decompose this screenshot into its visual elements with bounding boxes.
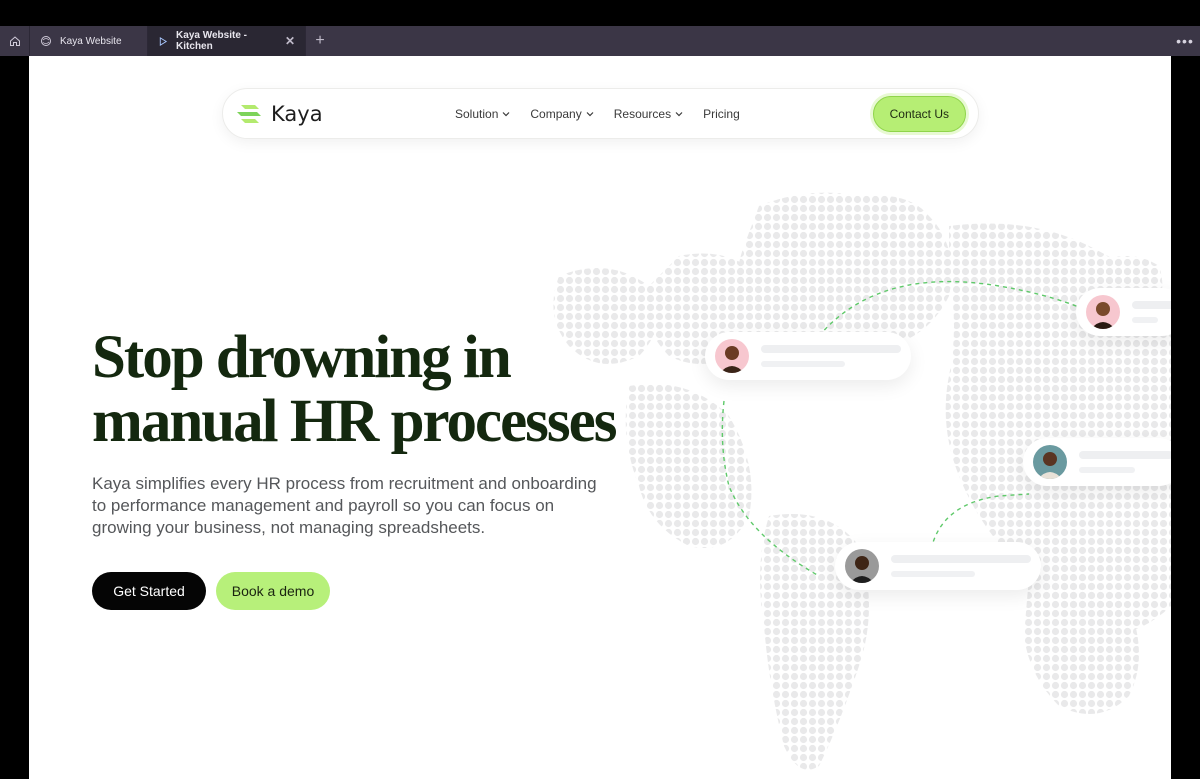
new-tab-button[interactable]: + [306, 26, 334, 56]
hero-title: Stop drowning in manual HR processes [92, 326, 652, 454]
person-avatar-icon [1086, 295, 1120, 329]
logo-wordmark: Kaya [271, 101, 323, 126]
contact-us-button[interactable]: Contact Us [872, 95, 966, 132]
placeholder-lines [761, 345, 901, 367]
more-menu-button[interactable]: ••• [1170, 26, 1200, 56]
menu-item-resources[interactable]: Resources [614, 107, 683, 121]
get-started-button[interactable]: Get Started [92, 572, 206, 610]
plus-icon: + [315, 32, 325, 49]
home-button[interactable] [0, 26, 30, 56]
chevron-down-icon [675, 111, 683, 116]
close-icon[interactable]: ✕ [285, 34, 295, 48]
main-menu: Solution Company Resources Pricing [455, 107, 740, 121]
profile-card [705, 332, 911, 380]
tab-kaya-website[interactable]: Kaya Website [30, 26, 148, 56]
menu-item-pricing[interactable]: Pricing [703, 107, 740, 121]
hero-subtitle: Kaya simplifies every HR process from re… [92, 474, 597, 537]
menu-label: Resources [613, 106, 672, 121]
hero-title-line-1: Stop drowning in [92, 324, 512, 391]
ellipsis-icon: ••• [1176, 33, 1194, 49]
profile-card [1076, 288, 1171, 336]
menu-label: Company [530, 106, 582, 121]
menu-label: Solution [455, 106, 499, 121]
chevron-down-icon [502, 111, 510, 116]
browser-tab-bar: Kaya Website Kaya Website - Kitchen ✕ + … [0, 26, 1200, 56]
person-avatar-icon [715, 339, 749, 373]
avatar [1033, 445, 1067, 479]
kaya-logo[interactable]: Kaya [235, 101, 455, 127]
web-page: Kaya Solution Company Resources Pricing … [29, 56, 1171, 779]
menu-item-solution[interactable]: Solution [455, 107, 510, 121]
avatar [845, 549, 879, 583]
home-icon [9, 36, 20, 46]
person-avatar-icon [845, 549, 879, 583]
placeholder-lines [891, 555, 1031, 577]
site-navbar: Kaya Solution Company Resources Pricing … [222, 88, 979, 139]
placeholder-lines [1132, 301, 1171, 323]
hero-title-line-2: manual HR processes [92, 388, 617, 455]
person-avatar-icon [1033, 445, 1067, 479]
avatar [1086, 295, 1120, 329]
tab-label: Kaya Website - Kitchen [176, 30, 247, 52]
profile-card [1023, 438, 1171, 486]
site-icon [41, 36, 51, 46]
menu-label: Pricing [703, 106, 740, 121]
avatar [715, 339, 749, 373]
play-icon [159, 36, 168, 46]
book-demo-button[interactable]: Book a demo [216, 572, 330, 610]
tab-label: Kaya Website [60, 35, 122, 47]
tab-kaya-website-kitchen[interactable]: Kaya Website - Kitchen ✕ [148, 26, 306, 56]
chevron-down-icon [586, 111, 594, 116]
top-bar [0, 0, 1200, 26]
profile-card [835, 542, 1041, 590]
menu-item-company[interactable]: Company [530, 106, 594, 121]
kaya-logo-icon [237, 104, 261, 123]
placeholder-lines [1079, 451, 1171, 473]
